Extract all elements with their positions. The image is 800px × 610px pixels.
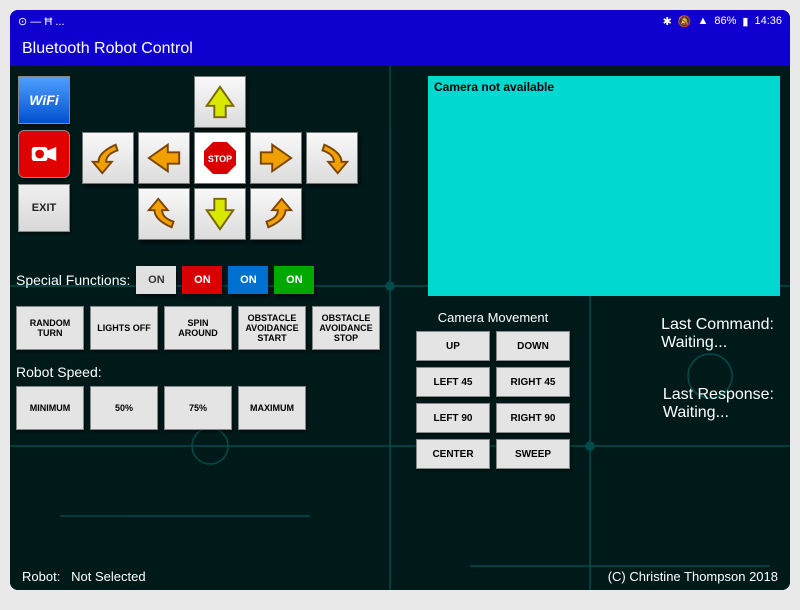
mute-icon: 🔕 bbox=[678, 15, 692, 28]
spin-around-button[interactable]: SPIN AROUND bbox=[164, 306, 232, 350]
app-title: Bluetooth Robot Control bbox=[10, 32, 790, 66]
camera-message: Camera not available bbox=[434, 80, 554, 94]
exit-label: EXIT bbox=[32, 202, 56, 214]
left-button[interactable] bbox=[138, 132, 190, 184]
direction-pad: STOP bbox=[82, 76, 358, 240]
cam-right90-button[interactable]: RIGHT 90 bbox=[496, 403, 570, 433]
last-command-block: Last Command: Waiting... bbox=[661, 316, 774, 352]
bluetooth-icon: ✱ bbox=[663, 15, 672, 28]
cam-center-button[interactable]: CENTER bbox=[416, 439, 490, 469]
speed-minimum-button[interactable]: MINIMUM bbox=[16, 386, 84, 430]
special-toggle-4[interactable]: ON bbox=[274, 266, 314, 294]
record-button[interactable] bbox=[18, 130, 70, 178]
camera-movement-label: Camera Movement bbox=[416, 310, 570, 325]
wifi-button[interactable]: WiFi bbox=[18, 76, 70, 124]
camera-icon bbox=[30, 143, 58, 165]
obstacle-start-button[interactable]: OBSTACLE AVOIDANCE START bbox=[238, 306, 306, 350]
obstacle-stop-button[interactable]: OBSTACLE AVOIDANCE STOP bbox=[312, 306, 380, 350]
last-command-value: Waiting... bbox=[661, 334, 774, 352]
speed-maximum-button[interactable]: MAXIMUM bbox=[238, 386, 306, 430]
battery-percent: 86% bbox=[714, 15, 736, 27]
svg-text:STOP: STOP bbox=[208, 154, 232, 164]
left-outer-button[interactable] bbox=[82, 132, 134, 184]
battery-icon: ▮ bbox=[742, 15, 748, 28]
robot-value: Not Selected bbox=[71, 569, 145, 584]
camera-view: Camera not available bbox=[428, 76, 780, 296]
wifi-icon: ▲ bbox=[697, 15, 708, 27]
lights-off-button[interactable]: LIGHTS OFF bbox=[90, 306, 158, 350]
right-outer-button[interactable] bbox=[306, 132, 358, 184]
last-command-label: Last Command: bbox=[661, 316, 774, 334]
robot-label: Robot: bbox=[22, 569, 60, 584]
speed-75-button[interactable]: 75% bbox=[164, 386, 232, 430]
cam-left45-button[interactable]: LEFT 45 bbox=[416, 367, 490, 397]
status-left: ⊙ — Ħ ... bbox=[18, 15, 65, 28]
cam-right45-button[interactable]: RIGHT 45 bbox=[496, 367, 570, 397]
down-left-button[interactable] bbox=[138, 188, 190, 240]
special-functions-label: Special Functions: bbox=[16, 272, 130, 288]
random-turn-button[interactable]: RANDOM TURN bbox=[16, 306, 84, 350]
last-response-label: Last Response: bbox=[663, 386, 774, 404]
stop-button[interactable]: STOP bbox=[194, 132, 246, 184]
status-bar: ⊙ — Ħ ... ✱ 🔕 ▲ 86% ▮ 14:36 bbox=[10, 10, 790, 32]
right-button[interactable] bbox=[250, 132, 302, 184]
special-toggle-2[interactable]: ON bbox=[182, 266, 222, 294]
camera-movement-grid: UP DOWN LEFT 45 RIGHT 45 LEFT 90 RIGHT 9… bbox=[416, 331, 570, 469]
last-response-value: Waiting... bbox=[663, 404, 774, 422]
special-toggle-3[interactable]: ON bbox=[228, 266, 268, 294]
down-button[interactable] bbox=[194, 188, 246, 240]
cam-left90-button[interactable]: LEFT 90 bbox=[416, 403, 490, 433]
down-right-button[interactable] bbox=[250, 188, 302, 240]
exit-button[interactable]: EXIT bbox=[18, 184, 70, 232]
copyright: (C) Christine Thompson 2018 bbox=[608, 569, 778, 584]
wifi-label: WiFi bbox=[29, 92, 58, 108]
speed-row: MINIMUM 50% 75% MAXIMUM bbox=[16, 386, 306, 430]
robot-speed-label: Robot Speed: bbox=[16, 364, 102, 380]
up-button[interactable] bbox=[194, 76, 246, 128]
function-row: RANDOM TURN LIGHTS OFF SPIN AROUND OBSTA… bbox=[16, 306, 380, 350]
clock: 14:36 bbox=[754, 15, 782, 27]
speed-50-button[interactable]: 50% bbox=[90, 386, 158, 430]
special-toggle-1[interactable]: ON bbox=[136, 266, 176, 294]
cam-sweep-button[interactable]: SWEEP bbox=[496, 439, 570, 469]
cam-up-button[interactable]: UP bbox=[416, 331, 490, 361]
last-response-block: Last Response: Waiting... bbox=[663, 386, 774, 422]
cam-down-button[interactable]: DOWN bbox=[496, 331, 570, 361]
robot-status: Robot: Not Selected bbox=[22, 569, 146, 584]
